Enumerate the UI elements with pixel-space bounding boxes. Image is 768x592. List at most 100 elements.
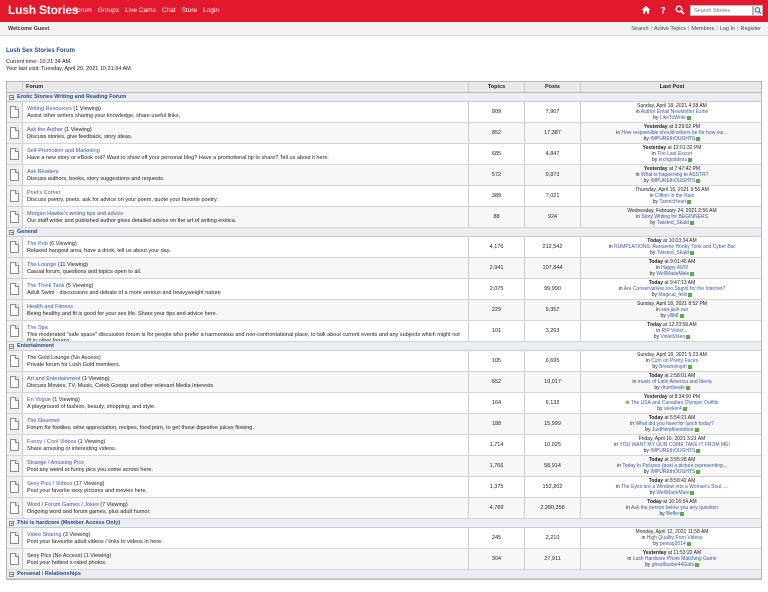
go-to-last-post-icon[interactable] (694, 427, 699, 432)
go-to-last-post-icon[interactable] (688, 292, 693, 297)
last-post-author-link[interactable]: Browneingirl (659, 364, 687, 370)
nav-store[interactable]: Store (182, 7, 198, 14)
link-log-in[interactable]: Log In (720, 26, 735, 32)
forum-name[interactable]: The Spa (27, 325, 48, 331)
link-active-topics[interactable]: Active Topics (654, 26, 686, 32)
collapse-toggle-icon[interactable] (9, 343, 14, 349)
forum-name[interactable]: Self-Promotion and Marketing (27, 148, 100, 154)
forum-name[interactable]: Sexy Pics (No Access) (27, 553, 82, 559)
search-submit-button[interactable] (753, 5, 763, 16)
forum-name[interactable]: Ask Readers (27, 169, 59, 175)
last-post-author-link[interactable]: JustHerpfinextdoor (652, 427, 694, 433)
nav-chat[interactable]: Chat (162, 7, 176, 14)
go-to-last-post-icon[interactable] (688, 157, 693, 162)
forum-name[interactable]: The Gold Lounge (No Access) (27, 355, 101, 361)
last-post-author-link[interactable]: WellMadeMale (656, 271, 689, 277)
home-icon[interactable] (641, 5, 651, 15)
link-register[interactable]: Register (741, 26, 761, 32)
forum-name[interactable]: The Lounge (27, 262, 56, 268)
last-post-author-link[interactable]: techgoddess (659, 157, 687, 163)
last-post-author-link[interactable]: Magical_felix (658, 292, 687, 298)
forum-name[interactable]: Word / Forum Games / Jokes (27, 502, 99, 508)
forum-name[interactable]: Ask the Author (27, 127, 63, 133)
go-to-last-post-icon[interactable] (696, 469, 701, 474)
forum-name[interactable]: Funny / Cool Videos (27, 439, 76, 445)
go-to-last-post-icon[interactable] (686, 334, 691, 339)
go-to-last-post-icon[interactable] (696, 178, 701, 183)
last-post-author-link[interactable]: ghostbuster44Gabi (652, 562, 694, 568)
last-post-author-link[interactable]: pewag2014 (660, 541, 686, 547)
category-name[interactable]: Personal / Relationships (17, 571, 81, 577)
viewing-count: (1 Viewing) (82, 376, 110, 382)
forum-name[interactable]: The Think Tank (27, 283, 64, 289)
go-to-last-post-icon[interactable] (690, 271, 695, 276)
posts-count: 10,025 (525, 435, 581, 455)
forum-name[interactable]: Video Sharing (27, 532, 61, 538)
topics-count: 245 (469, 528, 525, 548)
last-post-author-link[interactable]: Twisted_Skald (657, 250, 689, 256)
last-post-author-link[interactable]: IMPUREthOUGHTS (650, 448, 695, 454)
go-to-last-post-icon[interactable] (689, 220, 694, 225)
go-to-last-post-icon[interactable] (679, 313, 684, 318)
collapse-toggle-icon[interactable] (9, 520, 14, 526)
go-to-last-post-icon[interactable] (687, 199, 692, 204)
last-post-author-link[interactable]: TantricHeart (659, 199, 686, 205)
forum-name[interactable]: Strange / Amusing Pics (27, 460, 84, 466)
last-post-author-link[interactable]: VioletVixen (660, 334, 685, 340)
go-to-last-post-icon[interactable] (696, 136, 701, 141)
last-post-cell: Today at 9:01:45 AM in Happy 4/20! by Well… (648, 259, 696, 277)
forum-status-icon (10, 439, 19, 451)
forum-name[interactable]: Health and Fitness (27, 304, 73, 310)
search-input[interactable] (690, 5, 753, 16)
go-to-last-post-icon[interactable] (694, 562, 699, 567)
nav-login[interactable]: Login (203, 7, 219, 14)
last-post-author-link[interactable]: WellMadeMale (656, 490, 689, 496)
collapse-toggle-icon[interactable] (9, 94, 14, 100)
forum-name[interactable]: Writing Resources (27, 106, 72, 112)
last-post-author-link[interactable]: IMPUREthOUGHTS (650, 178, 695, 184)
forum-name[interactable]: Poet's Corner (27, 190, 60, 196)
last-post-author-link[interactable]: IMPUREthOUGHTS (650, 136, 695, 142)
go-to-last-post-icon[interactable] (687, 364, 692, 369)
last-post-author-link[interactable]: IMPUREthOUGHTS (650, 469, 695, 475)
forum-name[interactable]: Morgan Hawke's writing tips and advice (27, 211, 123, 217)
category-name[interactable]: General (17, 229, 37, 235)
go-to-last-post-icon[interactable] (689, 250, 694, 255)
nav-forum[interactable]: Forum (73, 7, 92, 14)
go-to-last-post-icon[interactable] (696, 448, 701, 453)
forum-name[interactable]: En Vogue (27, 397, 51, 403)
forum-status-icon (10, 397, 19, 409)
forum-title[interactable]: Lush Sex Stories Forum (6, 48, 75, 54)
forum-name[interactable]: Sexy Pics / Videos (27, 481, 72, 487)
posts-count: 9,873 (525, 165, 581, 185)
search-icon[interactable] (675, 5, 685, 15)
posts-count: 924 (525, 207, 581, 227)
category-name[interactable]: This is hardcore (Member Access Only) (17, 520, 120, 526)
site-logo[interactable]: Lush Stories (8, 3, 78, 17)
go-to-last-post-icon[interactable] (686, 541, 691, 546)
category-name[interactable]: Erotic Stories Writing and Reading Forum (17, 94, 126, 100)
forum-name[interactable]: Art and Entertainment (27, 376, 81, 382)
nav-groups[interactable]: Groups (98, 7, 119, 14)
last-post-author-link[interactable]: yllib8 (667, 313, 678, 319)
go-to-last-post-icon[interactable] (680, 511, 685, 516)
help-icon[interactable]: ? (658, 5, 668, 16)
go-to-last-post-icon[interactable] (682, 406, 687, 411)
go-to-last-post-icon[interactable] (686, 115, 691, 120)
last-post-author-link[interactable]: LikeToWrite (660, 115, 686, 121)
collapse-toggle-icon[interactable] (9, 571, 14, 577)
category-name[interactable]: Entertainment (17, 343, 54, 349)
collapse-toggle-icon[interactable] (9, 229, 14, 235)
nav-live-cams[interactable]: Live Cams (125, 7, 156, 14)
last-post-author-link[interactable]: drumbeats (661, 385, 685, 391)
last-post-author-link[interactable]: seeker4 (664, 406, 682, 412)
link-members[interactable]: Members (691, 26, 714, 32)
forum-name[interactable]: The Gourmet (27, 418, 59, 424)
last-post-author-link[interactable]: Twisted_Skald (657, 220, 689, 226)
forum-row: Sexy Pics (No Access) (1 Viewing) Post yo… (7, 549, 761, 570)
link-search[interactable]: Search (631, 26, 648, 32)
last-post-author-link[interactable]: Beffer (666, 511, 679, 517)
go-to-last-post-icon[interactable] (690, 490, 695, 495)
forum-name[interactable]: The Pub (27, 241, 48, 247)
go-to-last-post-icon[interactable] (685, 385, 690, 390)
